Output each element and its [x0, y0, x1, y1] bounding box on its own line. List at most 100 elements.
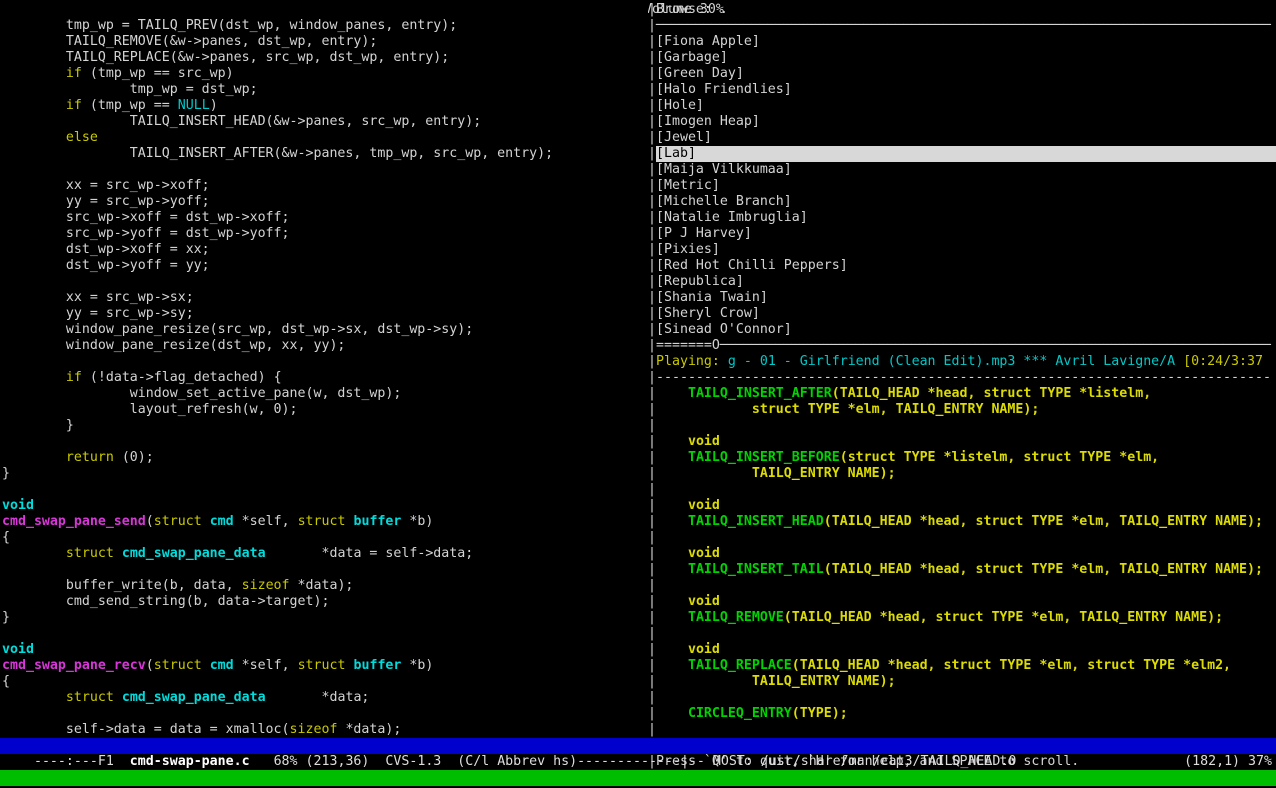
pane-divider: | — [648, 338, 656, 353]
pane-divider: | — [648, 50, 656, 65]
man-synopsis-line: | — [648, 530, 656, 546]
text: if — [66, 66, 82, 81]
artist-item[interactable]: |[Pixies] — [648, 242, 720, 258]
artist-item[interactable]: |[Shania Twain] — [648, 290, 768, 306]
artist-item[interactable]: |[Sheryl Crow] — [648, 306, 760, 322]
code-line: dst_wp->yoff = yy; — [2, 258, 210, 274]
artist-label[interactable]: [Sinead O'Connor] — [656, 322, 792, 337]
man-macro-name: TAILQ_REPLACE — [688, 658, 792, 673]
artist-item[interactable]: |[Michelle Branch] — [648, 194, 792, 210]
text: yy = src_wp->sy; — [2, 306, 194, 321]
emacs-pane[interactable]: tmp_wp = TAILQ_PREV(dst_wp, window_panes… — [2, 2, 648, 788]
playing-track: g - 01 - Girlfriend (Clean Edit).mp3 ***… — [728, 354, 1183, 369]
artist-label[interactable]: [Fiona Apple] — [656, 34, 760, 49]
artist-item[interactable]: |[Republica] — [648, 274, 744, 290]
man-macro-name: CIRCLEQ_ENTRY — [688, 706, 792, 721]
artist-item[interactable]: |[Green Day] — [648, 66, 744, 82]
artist-item[interactable]: |[Natalie Imbruglia] — [648, 210, 808, 226]
text: } — [2, 466, 10, 481]
code-line: if (tmp_wp == src_wp) — [2, 66, 234, 82]
artist-label[interactable]: [Red Hot Chilli Peppers] — [656, 258, 848, 273]
artist-item[interactable]: |[Metric] — [648, 178, 720, 194]
man-macro-name: TAILQ_INSERT_BEFORE — [688, 450, 840, 465]
artist-label[interactable]: [Pixies] — [656, 242, 720, 257]
text: struct TYPE *elm, TAILQ_ENTRY NAME); — [752, 402, 1040, 417]
man-synopsis-line: | TAILQ_REMOVE(TAILQ_HEAD *head, struct … — [648, 610, 1223, 626]
artist-label[interactable]: [Metric] — [656, 178, 720, 193]
artist-item[interactable]: |[Sinead O'Connor] — [648, 322, 792, 338]
text — [656, 546, 688, 561]
text: sizeof — [290, 722, 338, 737]
modeline-info: 68% (213,36) CVS-1.3 (C/l Abbrev hs) — [250, 754, 577, 769]
ncmpc-playing-row: |Playing: g - 01 - Girlfriend (Clean Edi… — [648, 354, 1263, 370]
artist-label[interactable]: [Michelle Branch] — [656, 194, 792, 209]
text: (TAILQ_HEAD *head, struct TYPE *elm, TAI… — [784, 610, 1223, 625]
artist-item[interactable]: |[Hole] — [648, 98, 704, 114]
artist-item[interactable]: |[Fiona Apple] — [648, 34, 760, 50]
progress-bar[interactable]: =======O — [656, 338, 720, 353]
artist-item[interactable]: |[P J Harvey] — [648, 226, 752, 242]
man-synopsis-line: | void — [648, 498, 720, 514]
artist-label[interactable]: [Green Day] — [656, 66, 744, 81]
artist-item[interactable]: |[Red Hot Chilli Peppers] — [648, 258, 848, 274]
artist-label[interactable]: [Garbage] — [656, 50, 728, 65]
text: dst_wp->yoff = yy; — [2, 258, 210, 273]
artist-label[interactable]: [Jewel] — [656, 130, 712, 145]
text — [202, 514, 210, 529]
artist-label[interactable]: [Hole] — [656, 98, 704, 113]
text: (TAILQ_HEAD *head, struct TYPE *elm, TAI… — [824, 514, 1263, 529]
text: *data); — [290, 578, 354, 593]
text: cmd — [210, 658, 234, 673]
artist-item[interactable]: |[Halo Friendlies] — [648, 82, 792, 98]
artist-label[interactable]: [Maija Vilkkumaa] — [656, 162, 792, 177]
artist-label[interactable]: [P J Harvey] — [656, 226, 752, 241]
code-line: buffer_write(b, data, sizeof *data); — [2, 578, 353, 594]
text — [656, 386, 688, 401]
pane-separator: |---------------------------------------… — [648, 370, 1271, 386]
text: struct — [298, 514, 346, 529]
text — [656, 610, 688, 625]
text: (TAILQ_HEAD *head, struct TYPE *elm, str… — [792, 658, 1231, 673]
text: (TAILQ_HEAD *head, struct TYPE *elm, TAI… — [824, 562, 1263, 577]
terminal-screen: tmp_wp = TAILQ_PREV(dst_wp, window_panes… — [0, 0, 1276, 788]
artist-item[interactable]: |[Jewel] — [648, 130, 712, 146]
text: TAILQ_INSERT_AFTER(&w->panes, tmp_wp, sr… — [2, 146, 553, 161]
text — [2, 450, 66, 465]
pane-divider: | — [648, 418, 656, 433]
artist-item[interactable]: |[Imogen Heap] — [648, 114, 760, 130]
text: xx = src_wp->xoff; — [2, 178, 210, 193]
pane-divider: | — [648, 66, 656, 81]
text — [114, 546, 122, 561]
artist-label[interactable]: [Halo Friendlies] — [656, 82, 792, 97]
text: window_set_active_pane(w, dst_wp); — [2, 386, 401, 401]
code-line: TAILQ_INSERT_AFTER(&w->panes, tmp_wp, sr… — [2, 146, 553, 162]
artist-item[interactable]: |[Maija Vilkkumaa] — [648, 162, 792, 178]
text: tmp_wp = TAILQ_PREV(dst_wp, window_panes… — [2, 18, 457, 33]
artist-item-selected[interactable]: |[Lab] — [648, 146, 1276, 162]
artist-label[interactable]: [Imogen Heap] — [656, 114, 760, 129]
text — [656, 562, 688, 577]
artist-label[interactable]: [Republica] — [656, 274, 744, 289]
text: *data); — [337, 722, 401, 737]
artist-label[interactable]: [Natalie Imbruglia] — [656, 210, 808, 225]
right-pane[interactable]: |Browse: .Volume 30%|───────────────────… — [648, 2, 1276, 788]
artist-label[interactable]: [Shania Twain] — [656, 290, 768, 305]
man-synopsis-line: | TAILQ_ENTRY NAME); — [648, 674, 896, 690]
pane-divider: | — [648, 498, 656, 513]
text: cmd — [210, 514, 234, 529]
progress-track[interactable]: ────────────────────────────────────────… — [720, 338, 1271, 353]
separator-dashes: ----------------------------------------… — [656, 370, 1271, 385]
artist-label[interactable]: [Sheryl Crow] — [656, 306, 760, 321]
text: TAILQ_ENTRY NAME); — [752, 466, 896, 481]
code-line: return (0); — [2, 450, 154, 466]
pane-divider: | — [648, 610, 656, 625]
artist-label-selected[interactable]: [Lab] — [656, 146, 1276, 162]
text: *self, — [234, 514, 298, 529]
code-line: layout_refresh(w, 0); — [2, 402, 298, 418]
text: self->data = data = xmalloc( — [2, 722, 290, 737]
code-line: { — [2, 674, 10, 690]
text: window_pane_resize(src_wp, dst_wp->sx, d… — [2, 322, 473, 337]
artist-item[interactable]: |[Garbage] — [648, 50, 728, 66]
man-synopsis-line: | void — [648, 434, 720, 450]
code-line: void — [2, 498, 34, 514]
